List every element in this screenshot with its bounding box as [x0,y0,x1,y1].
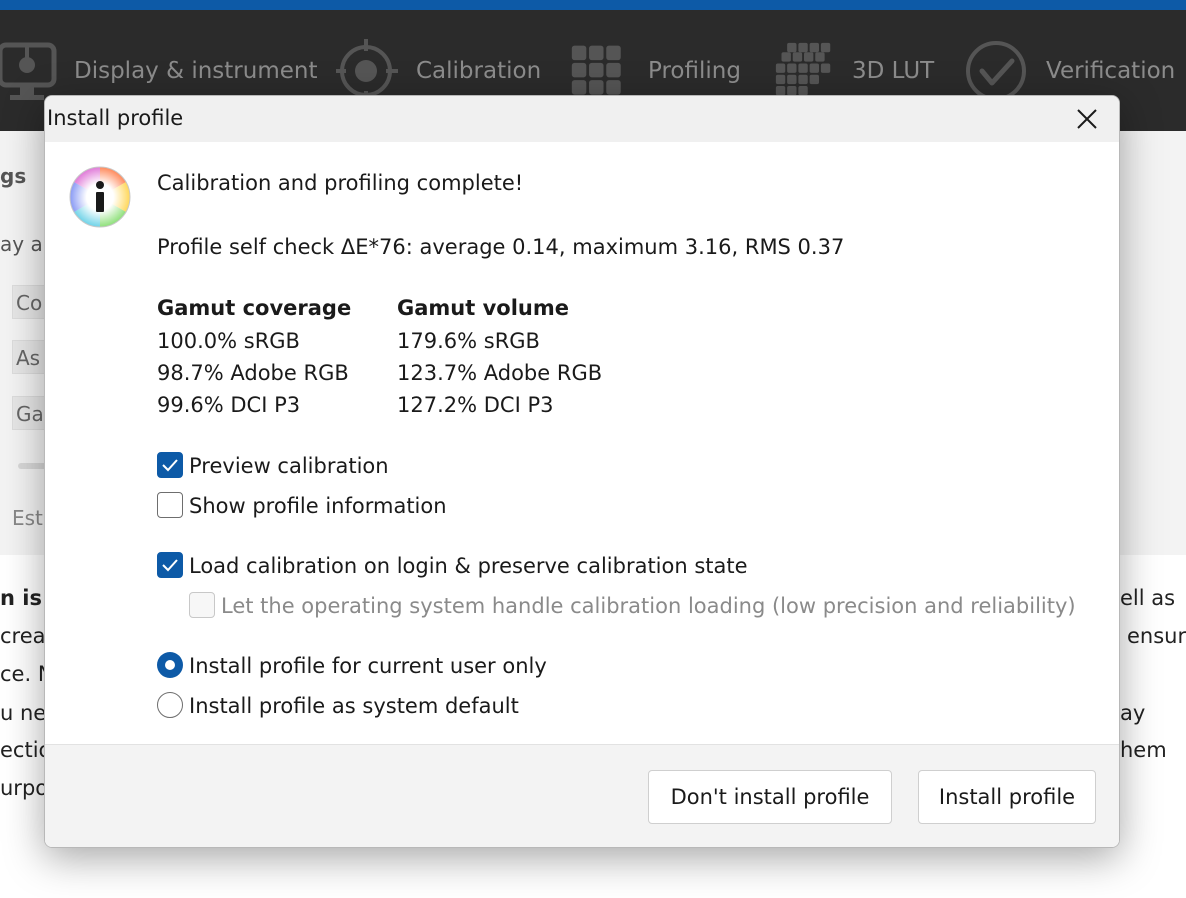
install-profile-dialog: Install profile Calibration and profilin… [44,95,1120,848]
display-icon [0,42,57,100]
install-system-default-label[interactable]: Install profile as system default [189,694,519,718]
window-accent-bar [0,0,1186,10]
description-line: crea [0,624,46,648]
description-line: u ne [0,701,47,725]
completion-headline: Calibration and profiling complete! [157,171,524,195]
close-button[interactable] [1065,100,1109,138]
preview-calibration-label[interactable]: Preview calibration [189,454,389,478]
show-profile-info-label[interactable]: Show profile information [189,494,447,518]
install-current-user-label[interactable]: Install profile for current user only [189,654,547,678]
dialog-titlebar: Install profile [45,96,1119,142]
gamut-coverage-header: Gamut coverage [157,296,352,320]
show-profile-info-checkbox[interactable] [157,492,183,518]
cube-icon [775,42,831,96]
profiling-grid-icon [571,45,621,95]
dont-install-profile-button[interactable]: Don't install profile [648,770,892,824]
toolbar-tab-label: 3D LUT [852,58,935,84]
description-line: ay [1120,701,1146,725]
os-handle-calibration-label: Let the operating system handle calibrat… [221,594,1076,618]
settings-heading: gs [0,164,27,188]
install-current-user-radio[interactable] [157,652,183,678]
load-calibration-label[interactable]: Load calibration on login & preserve cal… [189,554,748,578]
description-line: n is [0,586,42,610]
checkmark-icon [162,459,178,472]
gamut-coverage-value: 98.7% Adobe RGB [157,361,349,385]
gamut-volume-value: 179.6% sRGB [397,329,540,353]
info-icon [69,166,131,228]
toolbar-tab-label: Profiling [648,58,741,84]
calibration-target-icon [336,39,398,103]
dialog-footer: Don't install profile Install profile [45,744,1119,847]
toolbar-tab-label: Display & instrument [74,58,318,84]
settings-subheading: ay a [0,232,43,256]
gamut-volume-value: 127.2% DCI P3 [397,393,554,417]
gamut-coverage-value: 100.0% sRGB [157,329,300,353]
checkmark-circle-icon [966,41,1026,101]
estimate-label: Est [12,506,43,530]
install-profile-button[interactable]: Install profile [918,770,1096,824]
close-icon [1077,109,1097,129]
load-calibration-checkbox[interactable] [157,552,183,578]
self-check-summary: Profile self check ΔE*76: average 0.14, … [157,235,845,259]
dialog-title: Install profile [47,106,184,130]
gamut-volume-header: Gamut volume [397,296,569,320]
gamut-volume-value: 123.7% Adobe RGB [397,361,603,385]
gamut-coverage-value: 99.6% DCI P3 [157,393,301,417]
os-handle-calibration-checkbox [189,592,215,618]
install-system-default-radio[interactable] [157,692,183,718]
description-line: hem [1120,738,1167,762]
checkmark-icon [162,559,178,572]
description-line: ensur [1127,624,1186,648]
toolbar-tab-label: Calibration [416,58,542,84]
description-line: ell as [1120,586,1176,610]
preview-calibration-checkbox[interactable] [157,452,183,478]
toolbar-tab-label: Verification [1046,58,1176,84]
